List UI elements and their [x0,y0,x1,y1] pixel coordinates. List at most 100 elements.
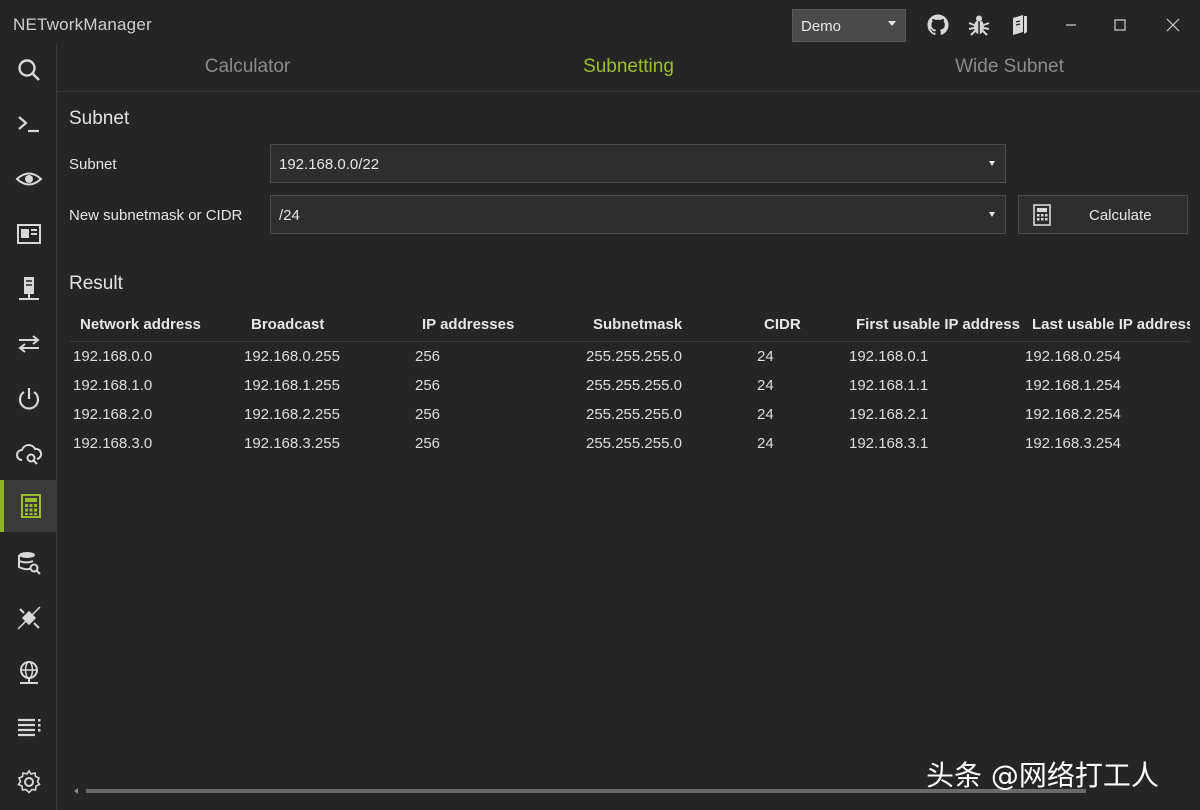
cell-cidr: 24 [757,406,774,423]
book-icon[interactable] [1008,13,1032,37]
result-table: Network address Broadcast IP addresses S… [70,310,1190,460]
result-section-title: Result [69,273,123,294]
terminal-icon [17,116,39,133]
column-header-cidr[interactable]: CIDR [764,316,801,333]
column-header-ip-addresses[interactable]: IP addresses [422,316,514,333]
calculator-icon [1033,204,1051,226]
table-header: Network address Broadcast IP addresses S… [70,310,1190,342]
subnet-input[interactable]: 192.168.0.0/22 [270,144,1006,183]
globe-network-icon [19,661,38,684]
cell-broadcast: 192.168.0.255 [244,348,340,365]
cell-first-usable: 192.168.1.1 [849,377,929,394]
cloud-search-icon [15,444,42,465]
cell-cidr: 24 [757,377,774,394]
cell-subnetmask: 255.255.255.0 [586,348,682,365]
column-header-last-usable[interactable]: Last usable IP address [1032,316,1190,333]
cell-first-usable: 192.168.2.1 [849,406,929,423]
github-icon[interactable] [926,13,950,37]
tab-bar: Calculator Subnetting Wide Subnet [57,44,1200,92]
calculate-button-label: Calculate [1089,207,1152,224]
sidebar-item-database-search[interactable] [0,537,57,589]
calculator-icon [20,494,41,518]
plug-off-icon [16,606,41,630]
app-title: NETworkManager [13,15,152,34]
cell-subnetmask: 255.255.255.0 [586,435,682,452]
sidebar-item-terminal[interactable] [0,98,57,150]
table-row[interactable]: 192.168.2.0 192.168.2.255 256 255.255.25… [70,400,1190,429]
sidebar-item-power[interactable] [0,373,57,425]
cell-subnetmask: 255.255.255.0 [586,406,682,423]
cell-broadcast: 192.168.2.255 [244,406,340,423]
cell-subnetmask: 255.255.255.0 [586,377,682,394]
sidebar-item-subnet-calculator[interactable] [0,480,57,532]
scroll-left-icon[interactable] [74,788,78,794]
cell-first-usable: 192.168.3.1 [849,435,929,452]
column-header-first-usable[interactable]: First usable IP address [856,316,1020,333]
cell-cidr: 24 [757,348,774,365]
column-header-broadcast[interactable]: Broadcast [251,316,324,333]
cell-ip-addresses: 256 [415,435,441,452]
sidebar-item-disconnect[interactable] [0,592,57,644]
power-icon [18,388,39,410]
subnet-input-value: 192.168.0.0/22 [279,156,380,173]
tab-subnetting[interactable]: Subnetting [438,56,819,78]
column-header-subnetmask[interactable]: Subnetmask [593,316,682,333]
cell-ip-addresses: 256 [415,377,441,394]
cell-last-usable: 192.168.0.254 [1025,348,1121,365]
chevron-down-icon [888,21,896,26]
column-header-network-address[interactable]: Network address [80,316,201,333]
table-row[interactable]: 192.168.3.0 192.168.3.255 256 255.255.25… [70,429,1190,458]
cell-broadcast: 192.168.3.255 [244,435,340,452]
calculate-button[interactable]: Calculate [1018,195,1188,234]
cell-ip-addresses: 256 [415,348,441,365]
subnet-section-title: Subnet [69,108,130,129]
cell-network-address: 192.168.0.0 [73,348,153,365]
cell-last-usable: 192.168.1.254 [1025,377,1121,394]
tab-wide-subnet[interactable]: Wide Subnet [819,56,1200,78]
table-row[interactable]: 192.168.1.0 192.168.1.255 256 255.255.25… [70,371,1190,400]
database-search-icon [17,552,41,575]
sidebar-item-transfer[interactable] [0,318,57,370]
cell-last-usable: 192.168.3.254 [1025,435,1121,452]
minimize-icon[interactable] [1058,12,1084,38]
maximize-icon[interactable] [1107,12,1133,38]
sidebar-item-cloud-search[interactable] [0,428,57,480]
sidebar-item-search[interactable] [0,44,57,96]
cell-cidr: 24 [757,435,774,452]
gear-icon [16,769,41,794]
sidebar-item-server[interactable] [0,263,57,315]
card-icon [16,224,41,244]
chevron-down-icon[interactable] [989,161,995,166]
cell-network-address: 192.168.1.0 [73,377,153,394]
sidebar [0,44,57,810]
bug-icon[interactable] [967,13,991,37]
sidebar-item-view[interactable] [0,153,57,205]
close-icon[interactable] [1160,12,1186,38]
cidr-label: New subnetmask or CIDR [69,207,243,224]
search-icon [17,59,40,81]
cell-first-usable: 192.168.0.1 [849,348,929,365]
sidebar-item-list[interactable] [0,701,57,753]
cell-network-address: 192.168.2.0 [73,406,153,423]
cell-broadcast: 192.168.1.255 [244,377,340,394]
table-row[interactable]: 192.168.0.0 192.168.0.255 256 255.255.25… [70,342,1190,371]
tab-calculator[interactable]: Calculator [57,56,438,78]
cell-network-address: 192.168.3.0 [73,435,153,452]
cell-last-usable: 192.168.2.254 [1025,406,1121,423]
chevron-down-icon[interactable] [989,212,995,217]
cell-ip-addresses: 256 [415,406,441,423]
sidebar-item-network[interactable] [0,647,57,699]
eye-icon [15,172,42,186]
server-icon [18,277,39,300]
cidr-input-value: /24 [279,207,300,224]
sidebar-item-dashboard[interactable] [0,208,57,260]
profile-select[interactable]: Demo [792,9,906,42]
title-bar: NETworkManager Demo [0,0,1200,50]
profile-select-value: Demo [801,18,842,35]
sidebar-item-settings[interactable] [0,756,57,808]
watermark: 头条 @网络打工人 [926,759,1159,792]
arrows-icon [17,335,40,353]
list-icon [17,718,40,737]
cidr-input[interactable]: /24 [270,195,1006,234]
subnet-label: Subnet [69,156,117,173]
